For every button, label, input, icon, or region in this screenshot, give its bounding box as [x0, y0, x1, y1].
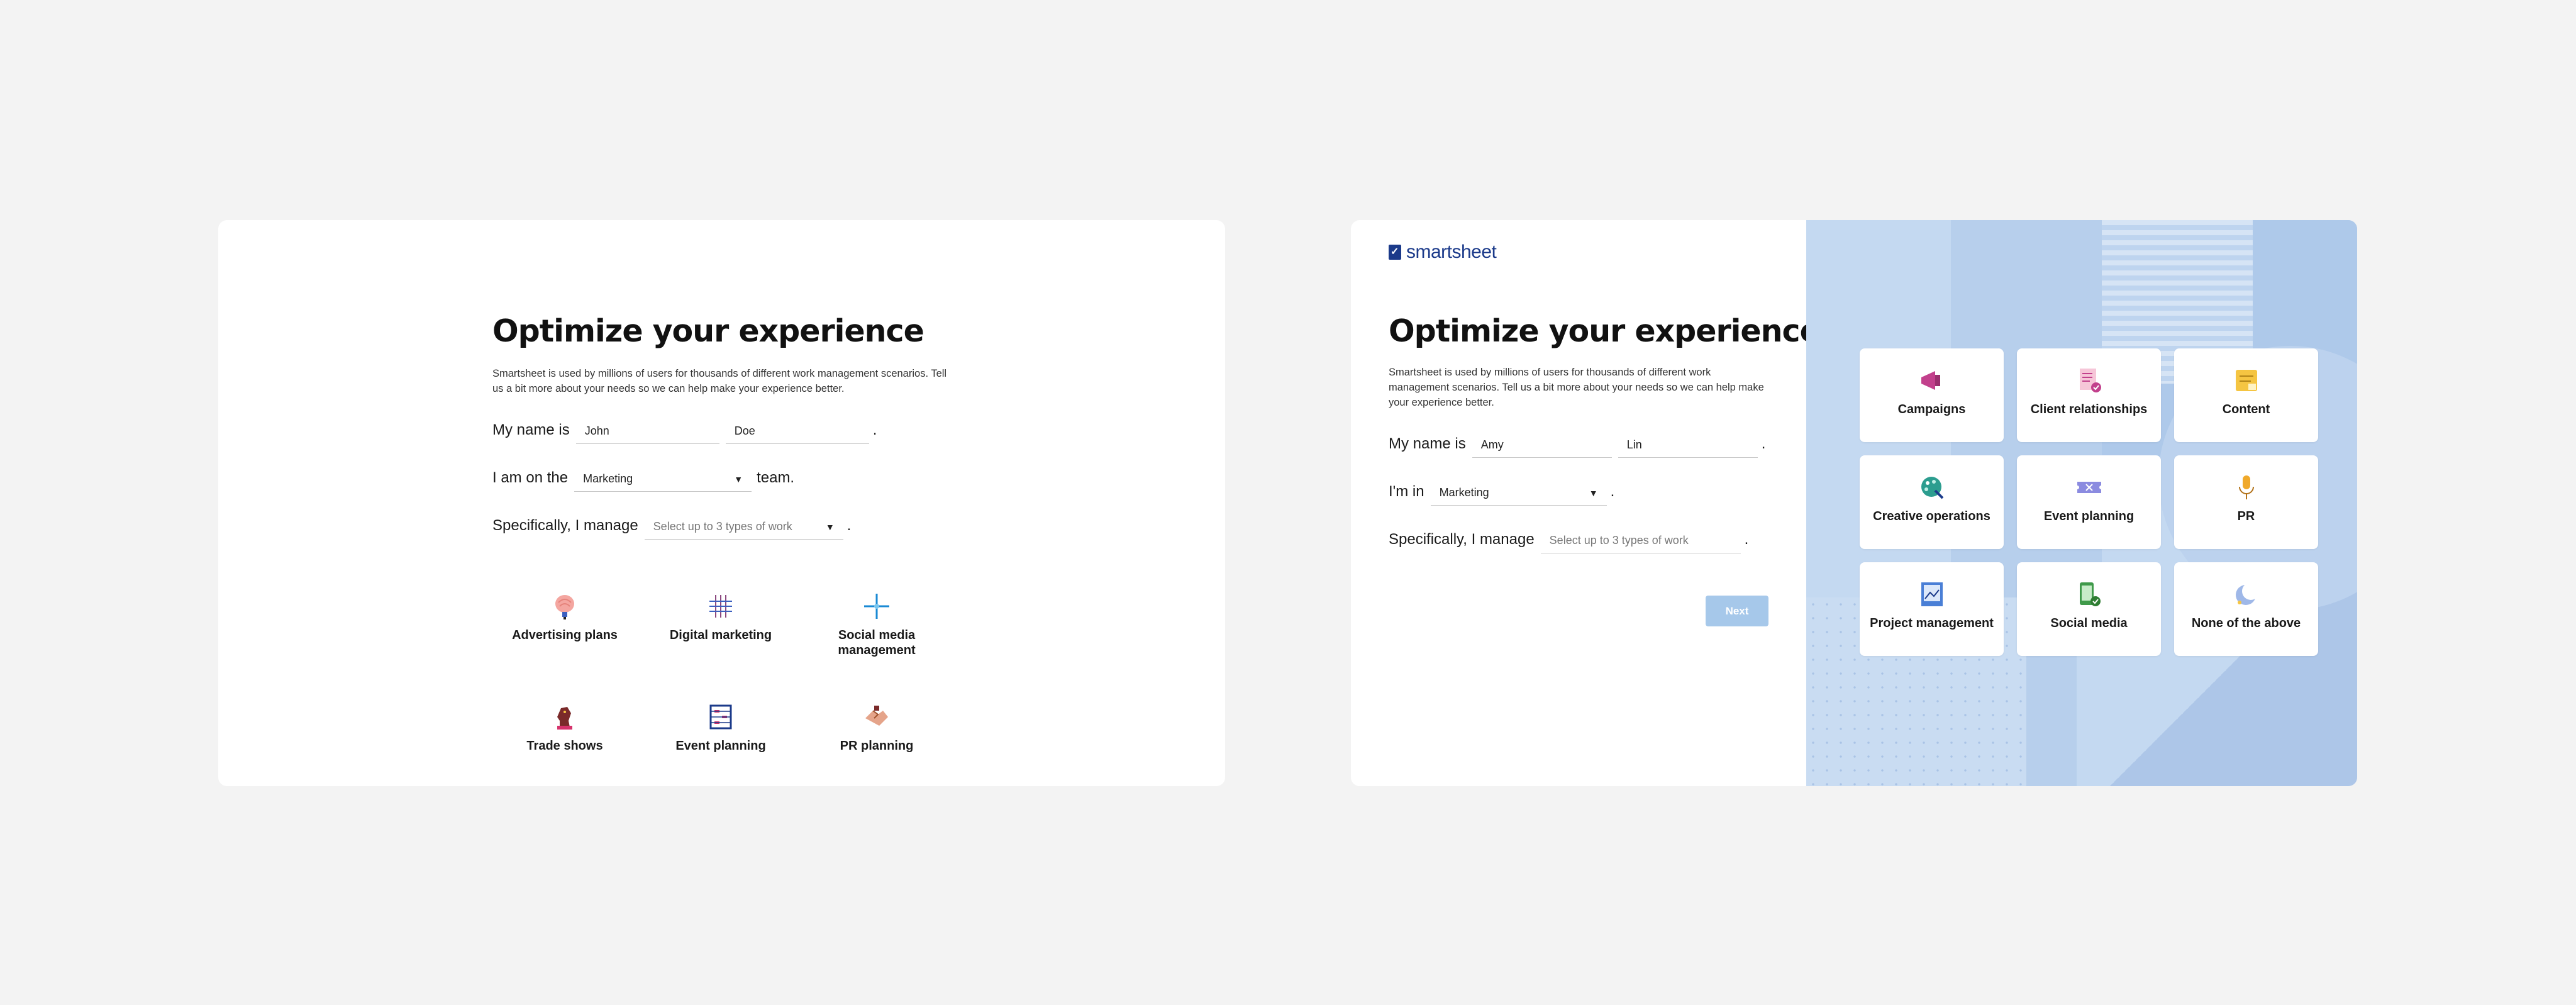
- page-title: Optimize your experience: [1389, 313, 1821, 349]
- checklist-icon: [2075, 366, 2104, 395]
- abacus-icon: [706, 702, 736, 732]
- grid-hash-icon: [706, 591, 736, 621]
- option-event-planning[interactable]: Event planning: [655, 702, 787, 753]
- card-label: Campaigns: [1897, 403, 1966, 416]
- chevron-down-icon: ▼: [825, 521, 835, 532]
- team-row: I'm in Marketing ▼ .: [1389, 478, 1614, 506]
- option-label: Advertising plans: [512, 628, 618, 642]
- illustration-panel: Campaigns Client relationships Content C…: [1806, 220, 2357, 786]
- team-label: I am on the: [492, 469, 569, 486]
- page-title: Optimize your experience: [492, 313, 924, 349]
- ticket-icon: [2075, 473, 2104, 502]
- card-event-planning[interactable]: Event planning: [2017, 455, 2161, 549]
- team-row: I am on the Marketing ▼ team.: [492, 464, 794, 492]
- card-label: Content: [2222, 403, 2270, 416]
- card-label: Project management: [1870, 616, 1994, 630]
- brand-name: smartsheet: [1406, 242, 1497, 262]
- option-label: PR planning: [840, 739, 914, 753]
- card-label: None of the above: [2191, 616, 2301, 630]
- team-select[interactable]: Marketing ▼: [574, 467, 752, 492]
- moon-icon: [2232, 580, 2261, 609]
- last-name-input[interactable]: Doe: [725, 419, 869, 444]
- manage-label: Specifically, I manage: [1389, 531, 1535, 548]
- smartsheet-logo-icon: [1389, 245, 1401, 260]
- option-label: Digital marketing: [669, 628, 772, 642]
- period: .: [1610, 483, 1615, 500]
- notes-icon: [2232, 366, 2261, 395]
- card-content[interactable]: Content: [2174, 348, 2318, 442]
- card-social-media[interactable]: Social media: [2017, 562, 2161, 656]
- name-label: My name is: [492, 421, 570, 438]
- option-social-media-management[interactable]: Social media management: [811, 591, 943, 658]
- option-label: Trade shows: [526, 739, 603, 753]
- smartsheet-logo: smartsheet: [1389, 242, 1497, 263]
- first-name-input[interactable]: John: [575, 419, 719, 444]
- card-project-management[interactable]: Project management: [1860, 562, 2004, 656]
- period: .: [1761, 435, 1766, 452]
- team-select-value: Marketing: [583, 472, 633, 485]
- first-name-input[interactable]: Amy: [1472, 433, 1612, 458]
- period: .: [872, 421, 877, 438]
- name-row: My name is Amy Lin .: [1389, 430, 1765, 458]
- team-suffix: team.: [757, 469, 795, 486]
- microphone-icon: [2232, 473, 2261, 502]
- team-select[interactable]: Marketing ▼: [1430, 480, 1607, 506]
- option-advertising-plans[interactable]: Advertising plans: [499, 591, 631, 643]
- next-button[interactable]: Next: [1706, 596, 1768, 626]
- card-creative-operations[interactable]: Creative operations: [1860, 455, 2004, 549]
- card-pr[interactable]: PR: [2174, 455, 2318, 549]
- name-row: My name is John Doe .: [492, 416, 877, 444]
- card-label: Event planning: [2043, 509, 2135, 523]
- period: .: [847, 517, 852, 534]
- team-label: I'm in: [1389, 483, 1424, 500]
- page-description: Smartsheet is used by millions of users …: [492, 368, 947, 394]
- option-label: Social media management: [838, 628, 916, 657]
- work-type-placeholder: Select up to 3 types of work: [653, 520, 792, 533]
- work-type-select[interactable]: Select up to 3 types of work: [1540, 528, 1741, 553]
- option-trade-shows[interactable]: Trade shows: [499, 702, 631, 753]
- card-label: PR: [2237, 509, 2255, 523]
- card-label: Client relationships: [2030, 403, 2148, 416]
- work-type-placeholder: Select up to 3 types of work: [1549, 534, 1689, 547]
- card-campaigns[interactable]: Campaigns: [1860, 348, 2004, 442]
- handshake-icon: [862, 702, 892, 732]
- board-icon: [1918, 580, 1946, 609]
- brain-icon: [550, 591, 580, 621]
- manage-row: Specifically, I manage Select up to 3 ty…: [1389, 526, 1748, 553]
- sparkle-icon: [862, 591, 892, 621]
- page-description: Smartsheet is used by millions of users …: [1389, 367, 1764, 408]
- option-pr-planning[interactable]: PR planning: [811, 702, 943, 753]
- onboarding-panel-right: smartsheet Optimize your experience Smar…: [1351, 220, 2357, 786]
- phone-check-icon: [2075, 580, 2104, 609]
- last-name-input[interactable]: Lin: [1618, 433, 1758, 458]
- period: .: [1744, 531, 1749, 548]
- chess-knight-icon: [550, 702, 580, 732]
- palette-icon: [1918, 473, 1946, 502]
- option-label: Event planning: [675, 739, 766, 753]
- name-label: My name is: [1389, 435, 1466, 452]
- work-type-select[interactable]: Select up to 3 types of work ▼: [644, 514, 843, 540]
- manage-row: Specifically, I manage Select up to 3 ty…: [492, 512, 851, 540]
- card-client-relationships[interactable]: Client relationships: [2017, 348, 2161, 442]
- card-label: Creative operations: [1873, 509, 1990, 523]
- megaphone-icon: [1918, 366, 1946, 395]
- card-label: Social media: [2050, 616, 2128, 630]
- manage-label: Specifically, I manage: [492, 517, 638, 534]
- chevron-down-icon: ▼: [1589, 487, 1598, 498]
- card-none-of-the-above[interactable]: None of the above: [2174, 562, 2318, 656]
- onboarding-panel-left: Optimize your experience Smartsheet is u…: [218, 220, 1225, 786]
- team-select-value: Marketing: [1439, 486, 1489, 499]
- option-digital-marketing[interactable]: Digital marketing: [655, 591, 787, 643]
- chevron-down-icon: ▼: [734, 474, 743, 484]
